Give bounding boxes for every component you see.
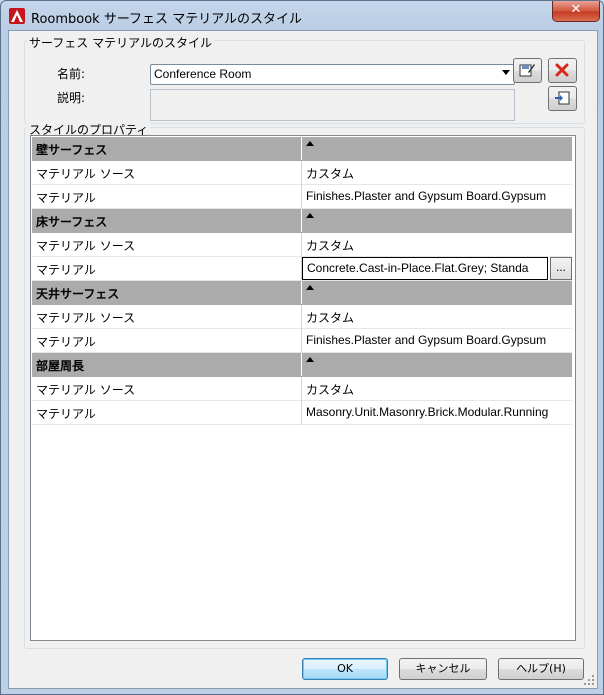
help-button[interactable]: ヘルプ(H)	[498, 658, 584, 680]
property-row[interactable]: マテリアル Finishes.Plaster and Gypsum Board.…	[32, 185, 572, 209]
name-combobox[interactable]: Conference Room	[150, 64, 515, 85]
property-value: カスタム	[306, 167, 355, 181]
window-title: Roombook サーフェス マテリアルのスタイル	[31, 12, 303, 27]
browse-button[interactable]: ...	[550, 257, 572, 280]
collapse-icon[interactable]	[306, 357, 314, 362]
category-row[interactable]: 部屋周長	[32, 353, 572, 377]
property-row[interactable]: マテリアル ソース カスタム	[32, 305, 572, 329]
import-style-button[interactable]	[548, 86, 577, 111]
title-bar[interactable]: Roombook サーフェス マテリアルのスタイル ✕	[1, 1, 603, 31]
dialog-window: Roombook サーフェス マテリアルのスタイル ✕ サーフェス マテリアルの…	[0, 0, 604, 695]
surface-material-style-group: サーフェス マテリアルのスタイル 名前: Conference Room 説明:	[24, 34, 585, 124]
description-label: 説明:	[57, 91, 86, 105]
cancel-button[interactable]: キャンセル	[399, 658, 487, 680]
property-row[interactable]: マテリアル Finishes.Plaster and Gypsum Board.…	[32, 329, 572, 353]
property-value: Masonry.Unit.Masonry.Brick.Modular.Runni…	[306, 405, 549, 419]
dialog-client-area: サーフェス マテリアルのスタイル 名前: Conference Room 説明:	[8, 30, 598, 689]
property-name: マテリアル	[36, 335, 96, 349]
ok-button[interactable]: OK	[302, 658, 388, 680]
property-name: マテリアル	[36, 407, 96, 421]
property-value: Finishes.Plaster and Gypsum Board.Gypsum	[306, 189, 547, 203]
description-field[interactable]	[150, 89, 515, 121]
category-title: 壁サーフェス	[36, 143, 108, 157]
collapse-icon[interactable]	[306, 141, 314, 146]
property-name: マテリアル ソース	[36, 167, 136, 181]
delete-icon	[555, 63, 569, 77]
category-title: 部屋周長	[36, 359, 85, 373]
property-value: カスタム	[306, 311, 355, 325]
property-row[interactable]: マテリアル Concrete.Cast-in-Place.Flat.Grey; …	[32, 257, 572, 281]
property-row[interactable]: マテリアル Masonry.Unit.Masonry.Brick.Modular…	[32, 401, 572, 425]
close-button[interactable]: ✕	[552, 1, 600, 22]
property-row[interactable]: マテリアル ソース カスタム	[32, 233, 572, 257]
collapse-icon[interactable]	[306, 285, 314, 290]
property-value: カスタム	[306, 239, 355, 253]
ok-label: OK	[337, 662, 353, 675]
cancel-label: キャンセル	[415, 662, 471, 675]
edit-style-button[interactable]	[513, 58, 542, 83]
category-title: 天井サーフェス	[36, 287, 120, 301]
property-grid[interactable]: 壁サーフェス マテリアル ソース カスタム マテリアル Finishes.Pla…	[30, 135, 576, 641]
name-value: Conference Room	[154, 67, 252, 81]
import-style-icon	[555, 91, 570, 105]
close-icon: ✕	[570, 2, 582, 17]
delete-style-button[interactable]	[548, 58, 577, 83]
property-value: Finishes.Plaster and Gypsum Board.Gypsum	[306, 333, 547, 347]
category-row[interactable]: 天井サーフェス	[32, 281, 572, 305]
category-title: 床サーフェス	[36, 215, 108, 229]
property-value: カスタム	[306, 383, 355, 397]
property-name: マテリアル ソース	[36, 239, 136, 253]
resize-grip-icon[interactable]	[583, 674, 595, 686]
property-name: マテリアル	[36, 263, 96, 277]
property-name: マテリアル ソース	[36, 311, 136, 325]
property-name: マテリアル	[36, 191, 96, 205]
chevron-down-icon	[502, 70, 510, 75]
material-edit-field[interactable]: Concrete.Cast-in-Place.Flat.Grey; Standa	[302, 257, 548, 280]
property-name: マテリアル ソース	[36, 383, 136, 397]
category-row[interactable]: 壁サーフェス	[32, 137, 572, 161]
ellipsis-icon: ...	[555, 260, 566, 274]
property-row[interactable]: マテリアル ソース カスタム	[32, 161, 572, 185]
collapse-icon[interactable]	[306, 213, 314, 218]
autocad-logo-icon	[9, 8, 25, 24]
group-legend: サーフェス マテリアルのスタイル	[27, 34, 214, 51]
help-label: ヘルプ(H)	[516, 662, 566, 675]
category-row[interactable]: 床サーフェス	[32, 209, 572, 233]
property-row[interactable]: マテリアル ソース カスタム	[32, 377, 572, 401]
edit-style-icon	[519, 64, 535, 77]
name-label: 名前:	[57, 67, 86, 81]
property-value: Concrete.Cast-in-Place.Flat.Grey; Standa	[307, 261, 529, 275]
